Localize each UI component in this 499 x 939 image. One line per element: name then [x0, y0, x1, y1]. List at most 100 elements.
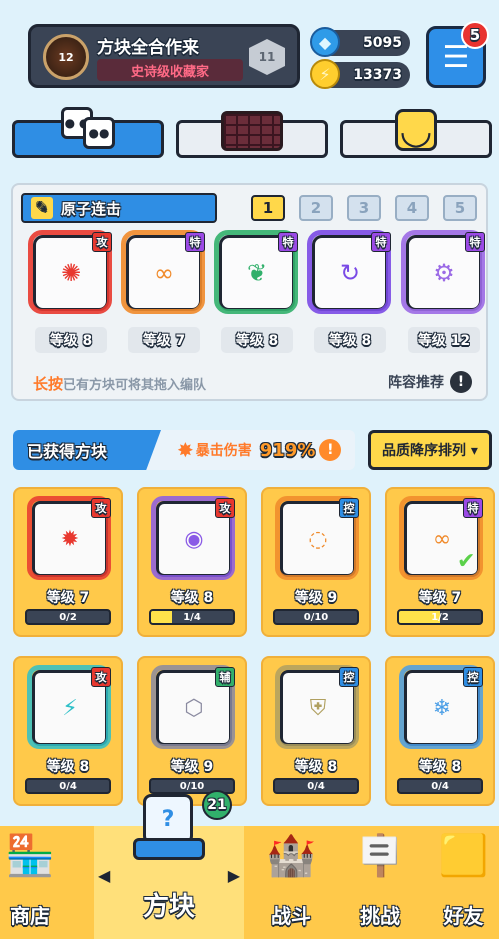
block-level: 等级 8 — [170, 590, 214, 606]
crit-star-icon: ✸ — [177, 438, 194, 462]
player-name: 方块全合作来 — [97, 38, 199, 58]
lineup-card-level: 等级 8 — [314, 327, 386, 353]
upgrade-progress-bar: 1/4 — [149, 609, 235, 625]
acquired-block-card[interactable]: ◌ 控等级 9 0/10 — [261, 487, 371, 637]
acquired-block-card[interactable]: ⚡ 攻等级 8 0/4 — [13, 656, 123, 806]
acquired-block-card[interactable]: ⛨ 控等级 8 0/4 — [261, 656, 371, 806]
nav-challenge[interactable]: 🪧 挑战 — [340, 826, 420, 939]
lineup-card-level: 等级 8 — [35, 327, 107, 353]
acquired-block-card[interactable]: ❄ 控等级 8 0/4 — [385, 656, 495, 806]
lineup-card[interactable]: ❦ 特 — [214, 230, 298, 314]
acquired-header: 已获得方块 ✸ 暴击伤害 919% ! — [13, 430, 355, 470]
player-level-badge: 12 — [43, 34, 89, 80]
lineup-slot-5[interactable]: 5 — [443, 195, 477, 221]
card-type-tag: 控 — [339, 498, 359, 518]
player-profile[interactable]: 12 方块全合作来 史诗级收藏家 11 — [28, 24, 300, 88]
lineup-card[interactable]: ↻ 特 — [307, 230, 391, 314]
recommend-button[interactable]: 阵容推荐 ! — [388, 371, 472, 393]
infinity-icon: ∞ — [154, 259, 174, 287]
block-level: 等级 8 — [294, 759, 338, 775]
tab-emoji[interactable]: ◡ — [340, 108, 492, 158]
menu-button[interactable]: ☰ 5 — [426, 21, 489, 88]
nav-blocks-label: 方块 — [142, 892, 195, 922]
blocks-badge: 21 — [202, 790, 232, 820]
card-type-tag: 特 — [185, 232, 205, 252]
recommend-label: 阵容推荐 — [388, 375, 444, 391]
card-type-tag: 攻 — [91, 667, 111, 687]
nav-friends[interactable]: 🟨 好友 — [428, 826, 499, 939]
nav-battle[interactable]: 🏰 战斗 — [256, 826, 326, 939]
lineup-panel: ✎ 原子连击 1 2 3 4 5 ✺ 攻等级 8 ∞ 特等级 7 ❦ 特等级 8 ↻ 特等级 … — [11, 183, 488, 401]
progress-text: 1/2 — [431, 611, 449, 623]
card-type-tag: 控 — [463, 667, 483, 687]
lineup-card[interactable]: ✺ 攻 — [28, 230, 112, 314]
hint-long-press: 长按 — [33, 375, 64, 393]
card-type-tag: 攻 — [92, 232, 112, 252]
lineup-slot-4[interactable]: 4 — [395, 195, 429, 221]
upgrade-progress-bar: 0/4 — [273, 778, 359, 794]
upgrade-progress-bar: 1/2 — [397, 609, 483, 625]
block-image: ⛨ 控 — [275, 665, 359, 749]
nav-battle-label: 战斗 — [271, 904, 311, 928]
nav-blocks[interactable]: ? 21 ◀ ▶ 方块 — [94, 790, 244, 939]
upgrade-progress-bar: 0/4 — [397, 778, 483, 794]
gem-counter[interactable]: ◆ 5095 — [310, 27, 410, 57]
block-level: 等级 7 — [418, 590, 462, 606]
block-image: ❄ 控 — [399, 665, 483, 749]
acquired-block-card[interactable]: ∞ 特 ✔ 等级 7 1/2 — [385, 487, 495, 637]
pencil-icon: ✎ — [31, 197, 53, 219]
rank-badge[interactable]: 11 — [249, 39, 285, 75]
menu-notification-badge: 5 — [461, 21, 489, 49]
upgrade-progress-bar: 0/10 — [273, 609, 359, 625]
spin-arrow-icon: ↻ — [339, 259, 361, 287]
block-level: 等级 7 — [46, 590, 90, 606]
gear-crack-icon: ⚙ — [433, 259, 455, 287]
lineup-card-level: 等级 8 — [221, 327, 293, 353]
lineup-name-tag[interactable]: ✎ 原子连击 — [21, 193, 217, 223]
blocks-nav-icon: ? — [133, 794, 205, 864]
progress-text: 0/4 — [59, 780, 77, 792]
saw-blade-icon: ✺ — [60, 259, 82, 287]
card-type-tag: 特 — [278, 232, 298, 252]
infinity-icon: ∞ — [432, 526, 452, 552]
block-level: 等级 9 — [170, 759, 214, 775]
player-title: 史诗级收藏家 — [97, 59, 243, 81]
lineup-name: 原子连击 — [61, 199, 122, 218]
gem-icon: ◆ — [310, 27, 340, 57]
challenge-icon: 🪧 — [355, 833, 405, 879]
swirl-icon: ◌ — [308, 526, 328, 552]
lineup-slot-2[interactable]: 2 — [299, 195, 333, 221]
acquired-block-card[interactable]: ⬡ 辅等级 9 0/10 — [137, 656, 247, 806]
checkmark-icon: ✔ — [457, 549, 476, 574]
gem-amount: 5095 — [363, 35, 402, 51]
lineup-card[interactable]: ⚙ 特 — [401, 230, 485, 314]
tab-dice[interactable]: ● ● ●● — [12, 107, 164, 158]
progress-text: 0/2 — [59, 611, 77, 623]
nav-shop[interactable]: 🏪 商店 — [0, 826, 60, 939]
acquired-block-card[interactable]: ✹ 攻等级 7 0/2 — [13, 487, 123, 637]
crit-damage[interactable]: ✸ 暴击伤害 919% ! — [177, 438, 342, 462]
battle-icon: 🏰 — [266, 833, 316, 879]
info-icon: ! — [319, 439, 342, 461]
progress-text: 1/4 — [183, 611, 201, 623]
card-type-tag: 辅 — [215, 667, 235, 687]
sun-disc-icon: ◉ — [184, 526, 204, 552]
coin-counter[interactable]: ⚡ 13373 — [310, 59, 410, 89]
sort-button[interactable]: 品质降序排列 ▾ — [368, 430, 492, 470]
upgrade-progress-bar: 0/2 — [25, 609, 111, 625]
lineup-slot-3[interactable]: 3 — [347, 195, 381, 221]
smile-block-icon: ◡ — [395, 108, 437, 152]
chevron-left-icon[interactable]: ◀ — [98, 866, 110, 885]
upgrade-progress-bar: 0/4 — [25, 778, 111, 794]
chevron-right-icon[interactable]: ▶ — [228, 866, 240, 885]
block-image: ◌ 控 — [275, 496, 359, 580]
vine-icon: ❦ — [246, 259, 268, 287]
snowflake-icon: ❄ — [432, 695, 452, 721]
tab-board[interactable] — [176, 111, 328, 158]
lineup-card[interactable]: ∞ 特 — [121, 230, 205, 314]
lineup-card-level: 等级 12 — [408, 327, 480, 353]
acquired-block-card[interactable]: ◉ 攻等级 8 1/4 — [137, 487, 247, 637]
lineup-slot-1[interactable]: 1 — [251, 195, 285, 221]
block-level: 等级 9 — [294, 590, 338, 606]
shield-icon: ⛨ — [309, 695, 327, 721]
